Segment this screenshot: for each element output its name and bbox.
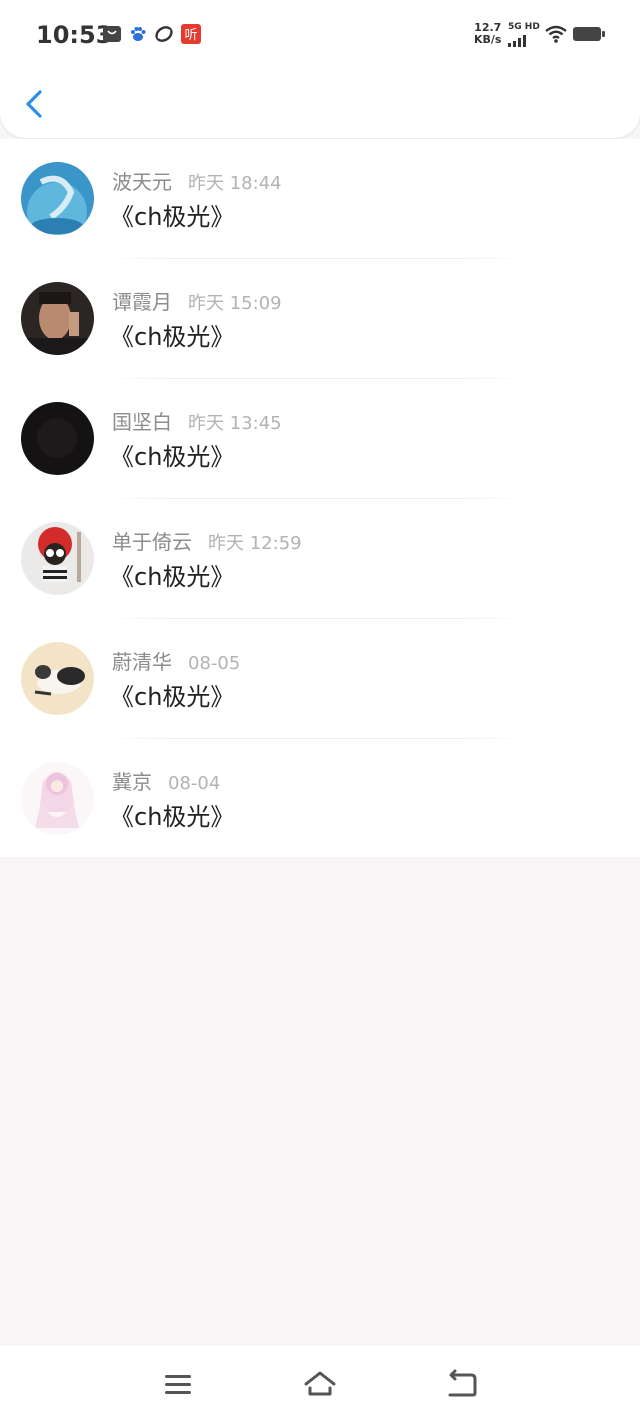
list-item[interactable]: 波天元 昨天 18:44 《ch极光》	[0, 139, 640, 259]
message-date: 昨天 15:09	[188, 293, 282, 314]
battery-icon	[572, 24, 606, 44]
sender-name: 单于倚云	[112, 530, 192, 554]
message-list: 波天元 昨天 18:44 《ch极光》 谭霞月 昨天 15:09 《ch极光》 国坚…	[0, 139, 640, 857]
avatar[interactable]	[21, 162, 94, 235]
message-meta: 国坚白 昨天 13:45	[112, 409, 282, 435]
network-speed: 12.7 KB/s	[474, 22, 501, 46]
sender-name: 蔚清华	[112, 650, 172, 674]
back-icon	[448, 1369, 477, 1397]
message-title: 《ch极光》	[110, 803, 235, 831]
message-title: 《ch极光》	[110, 683, 235, 711]
message-date: 昨天 18:44	[188, 173, 282, 194]
home-icon	[304, 1371, 336, 1396]
nav-back-button[interactable]	[444, 1366, 480, 1402]
message-meta: 谭霞月 昨天 15:09	[112, 289, 282, 315]
sender-name: 波天元	[112, 170, 172, 194]
list-item[interactable]: 蔚清华 08-05 《ch极光》	[0, 619, 640, 739]
system-nav-bar	[0, 1346, 640, 1422]
list-item[interactable]: 单于倚云 昨天 12:59 《ch极光》	[0, 499, 640, 619]
status-time: 10:53	[36, 21, 113, 49]
message-title: 《ch极光》	[110, 323, 235, 351]
avatar[interactable]	[21, 762, 94, 835]
baidu-paw-icon	[128, 24, 148, 44]
sender-name: 国坚白	[112, 410, 172, 434]
menu-icon	[165, 1375, 191, 1394]
sender-name: 冀京	[112, 770, 152, 794]
wifi-icon	[544, 24, 568, 44]
avatar[interactable]	[21, 642, 94, 715]
back-button[interactable]	[18, 84, 54, 124]
message-meta: 冀京 08-04	[112, 769, 220, 795]
list-item[interactable]: 冀京 08-04 《ch极光》	[0, 739, 640, 859]
listen-app-icon: 听	[181, 24, 201, 44]
message-date: 昨天 13:45	[188, 413, 282, 434]
top-header: 10:53 听 12.7 KB/s 5G HD	[0, 0, 640, 138]
message-title: 《ch极光》	[110, 563, 235, 591]
message-date: 08-04	[168, 773, 221, 794]
avatar[interactable]	[21, 402, 94, 475]
avatar[interactable]	[21, 522, 94, 595]
message-meta: 波天元 昨天 18:44	[112, 169, 282, 195]
status-bar: 10:53 听 12.7 KB/s 5G HD	[0, 0, 640, 70]
signal-icon: 5G HD	[508, 22, 540, 51]
chevron-left-icon	[26, 90, 42, 118]
list-item[interactable]: 国坚白 昨天 13:45 《ch极光》	[0, 379, 640, 499]
sender-name: 谭霞月	[112, 290, 172, 314]
home-button[interactable]	[302, 1366, 338, 1402]
message-date: 08-05	[188, 653, 241, 674]
message-meta: 蔚清华 08-05	[112, 649, 240, 675]
message-date: 昨天 12:59	[208, 533, 302, 554]
avatar[interactable]	[21, 282, 94, 355]
svg-text:听: 听	[184, 28, 197, 43]
message-title: 《ch极光》	[110, 443, 235, 471]
menu-button[interactable]	[160, 1366, 196, 1402]
message-meta: 单于倚云 昨天 12:59	[112, 529, 302, 555]
link-app-icon	[154, 24, 174, 44]
network-speed-unit: KB/s	[474, 33, 502, 46]
list-item[interactable]: 谭霞月 昨天 15:09 《ch极光》	[0, 259, 640, 379]
message-icon	[102, 24, 122, 44]
message-title: 《ch极光》	[110, 203, 235, 231]
